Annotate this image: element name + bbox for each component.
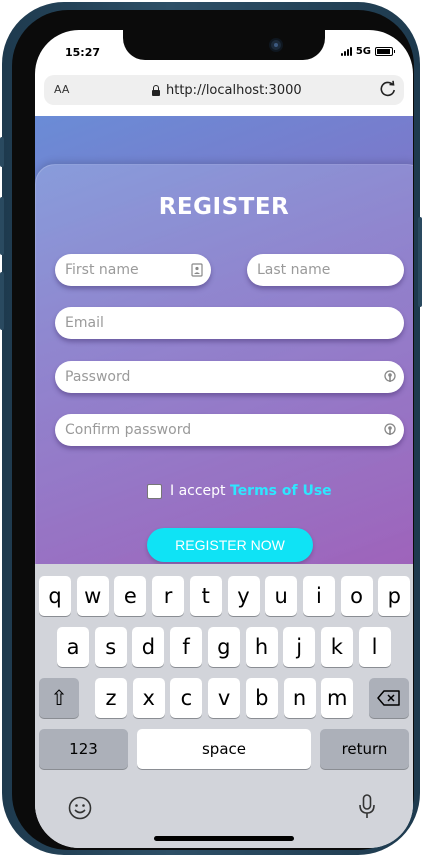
key-j[interactable]: j — [283, 627, 316, 667]
key-icon[interactable] — [384, 370, 396, 384]
status-indicators: 5G — [340, 46, 395, 57]
key-q[interactable]: q — [39, 576, 71, 616]
camera-icon — [269, 38, 283, 52]
register-page: REGISTER First name Last name Email Pass… — [35, 116, 413, 564]
terms-prefix: I accept — [170, 483, 226, 499]
key-o[interactable]: o — [340, 576, 373, 616]
backspace-icon — [377, 690, 400, 706]
network-label: 5G — [355, 46, 371, 57]
confirm-password-input[interactable] — [55, 422, 404, 438]
home-indicator — [154, 836, 294, 841]
key-p[interactable]: p — [378, 576, 411, 616]
url-text: http://localhost:3000 — [166, 83, 302, 98]
password-field[interactable] — [55, 361, 404, 393]
key-n[interactable]: n — [283, 678, 316, 718]
status-time: 15:27 — [65, 46, 101, 59]
email-input[interactable] — [55, 315, 404, 331]
key-w[interactable]: w — [76, 576, 109, 616]
shift-key[interactable]: ⇧ — [39, 678, 79, 718]
terms-checkbox[interactable] — [147, 483, 162, 499]
last-name-field[interactable] — [247, 254, 404, 286]
key-z[interactable]: z — [95, 678, 127, 718]
key-c[interactable]: c — [170, 678, 203, 718]
terms-row: I accept Terms of Use — [147, 483, 332, 499]
numbers-key[interactable]: 123 — [39, 729, 128, 769]
phone-bezel: 15:27 5G AA http://localhost:3000 REGIST… — [12, 10, 414, 850]
first-name-field[interactable] — [55, 254, 211, 286]
form-title: REGISTER — [158, 194, 290, 220]
volume-down-button — [0, 272, 4, 330]
key-b[interactable]: b — [245, 678, 278, 718]
screen: 15:27 5G AA http://localhost:3000 REGIST… — [35, 30, 413, 848]
signal-icon — [340, 47, 352, 56]
volume-up-button — [0, 197, 4, 255]
register-now-button[interactable]: REGISTER NOW — [147, 528, 313, 562]
key-a[interactable]: a — [57, 627, 89, 667]
key-s[interactable]: s — [94, 627, 127, 667]
power-button — [418, 217, 422, 307]
key-f[interactable]: f — [170, 627, 203, 667]
key-k[interactable]: k — [320, 627, 353, 667]
email-field[interactable] — [55, 307, 404, 339]
key-t[interactable]: t — [189, 576, 222, 616]
url-display[interactable]: http://localhost:3000 — [152, 83, 302, 98]
key-g[interactable]: g — [207, 627, 240, 667]
key-r[interactable]: r — [152, 576, 185, 616]
confirm-password-field[interactable] — [55, 414, 404, 446]
key-x[interactable]: x — [132, 678, 165, 718]
key-m[interactable]: m — [321, 678, 354, 718]
key-v[interactable]: v — [208, 678, 241, 718]
key-icon[interactable] — [384, 423, 396, 437]
key-e[interactable]: e — [114, 576, 147, 616]
microphone-icon[interactable] — [357, 794, 377, 820]
text-size-button[interactable]: AA — [54, 83, 69, 96]
key-d[interactable]: d — [132, 627, 165, 667]
keyboard: qwertyuiop asdfghjkl zxcvbnm ⇧ 123 space… — [35, 564, 413, 848]
terms-text: I accept Terms of Use — [170, 483, 332, 499]
reload-icon[interactable] — [378, 79, 398, 99]
terms-of-use-link[interactable]: Terms of Use — [230, 483, 332, 499]
emoji-icon[interactable] — [68, 796, 92, 820]
key-l[interactable]: l — [358, 627, 391, 667]
backspace-key[interactable] — [369, 678, 409, 718]
return-key[interactable]: return — [320, 729, 409, 769]
phone-frame: 15:27 5G AA http://localhost:3000 REGIST… — [0, 2, 422, 855]
lock-icon — [152, 84, 160, 96]
battery-icon — [375, 47, 395, 56]
silent-switch — [0, 137, 4, 167]
first-name-input[interactable] — [55, 262, 211, 278]
url-bar[interactable]: AA http://localhost:3000 — [44, 75, 404, 105]
notch — [123, 30, 325, 60]
space-key[interactable]: space — [137, 729, 311, 769]
key-u[interactable]: u — [265, 576, 298, 616]
contact-card-icon — [191, 263, 203, 277]
key-h[interactable]: h — [245, 627, 278, 667]
key-i[interactable]: i — [302, 576, 335, 616]
password-input[interactable] — [55, 369, 404, 385]
last-name-input[interactable] — [247, 262, 404, 278]
key-y[interactable]: y — [227, 576, 260, 616]
